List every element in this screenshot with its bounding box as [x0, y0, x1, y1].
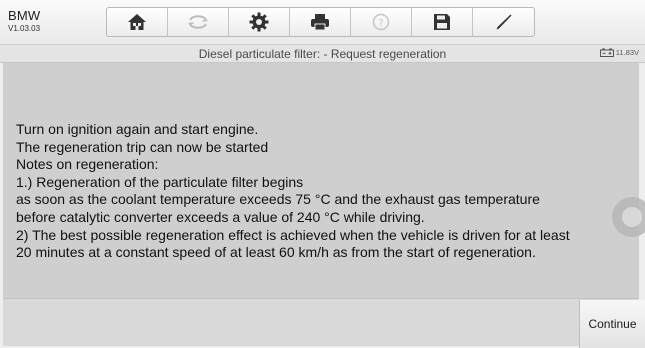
- function-title-bar: Diesel particulate filter: - Request reg…: [0, 44, 645, 63]
- instruction-text: Turn on ignition again and start engine.…: [16, 121, 638, 262]
- software-version: V1.03.03: [8, 24, 41, 33]
- svg-text:?: ?: [378, 18, 383, 29]
- message-line: 20 minutes at a constant speed of at lea…: [16, 244, 536, 261]
- vehicle-swap-icon: [188, 15, 208, 29]
- message-line: before catalytic converter exceeds a val…: [16, 208, 425, 225]
- print-button[interactable]: [290, 8, 351, 36]
- vehicle-swap-button[interactable]: [168, 8, 229, 36]
- toolbar: ?: [106, 7, 535, 37]
- vehicle-brand: BMW V1.03.03: [8, 9, 40, 33]
- assistive-button-dot: [622, 207, 642, 227]
- battery-voltage: 11.83V: [615, 48, 639, 57]
- floating-assistive-button[interactable]: [612, 197, 645, 237]
- battery-status: 11.83V: [599, 48, 639, 57]
- help-icon: ?: [372, 13, 390, 31]
- pen-icon: [496, 14, 511, 30]
- message-line: The regeneration trip can now be started: [16, 138, 269, 155]
- help-button[interactable]: ?: [351, 8, 412, 36]
- printer-icon: [311, 14, 329, 31]
- battery-icon: [599, 48, 614, 57]
- gear-icon: [249, 12, 269, 32]
- home-icon: [128, 14, 146, 30]
- message-line: 1.) Regeneration of the particulate filt…: [16, 173, 304, 190]
- vehicle-make: BMW: [8, 8, 41, 23]
- edit-button[interactable]: [473, 8, 534, 36]
- message-line: Turn on ignition again and start engine.: [16, 121, 259, 137]
- continue-button[interactable]: Continue: [579, 300, 645, 348]
- top-bar: BMW V1.03.03 ?: [0, 0, 645, 44]
- save-button[interactable]: [412, 8, 473, 36]
- settings-button[interactable]: [229, 8, 290, 36]
- message-line: Notes on regeneration:: [16, 156, 159, 173]
- message-line: 2) The best possible regeneration effect…: [16, 226, 570, 243]
- message-panel: Turn on ignition again and start engine.…: [3, 63, 639, 298]
- page-title: Diesel particulate filter: - Request reg…: [198, 47, 447, 61]
- message-line: as soon as the coolant temperature excee…: [16, 191, 540, 208]
- save-icon: [434, 14, 450, 30]
- bottom-bar: [3, 298, 639, 346]
- home-button[interactable]: [107, 8, 168, 36]
